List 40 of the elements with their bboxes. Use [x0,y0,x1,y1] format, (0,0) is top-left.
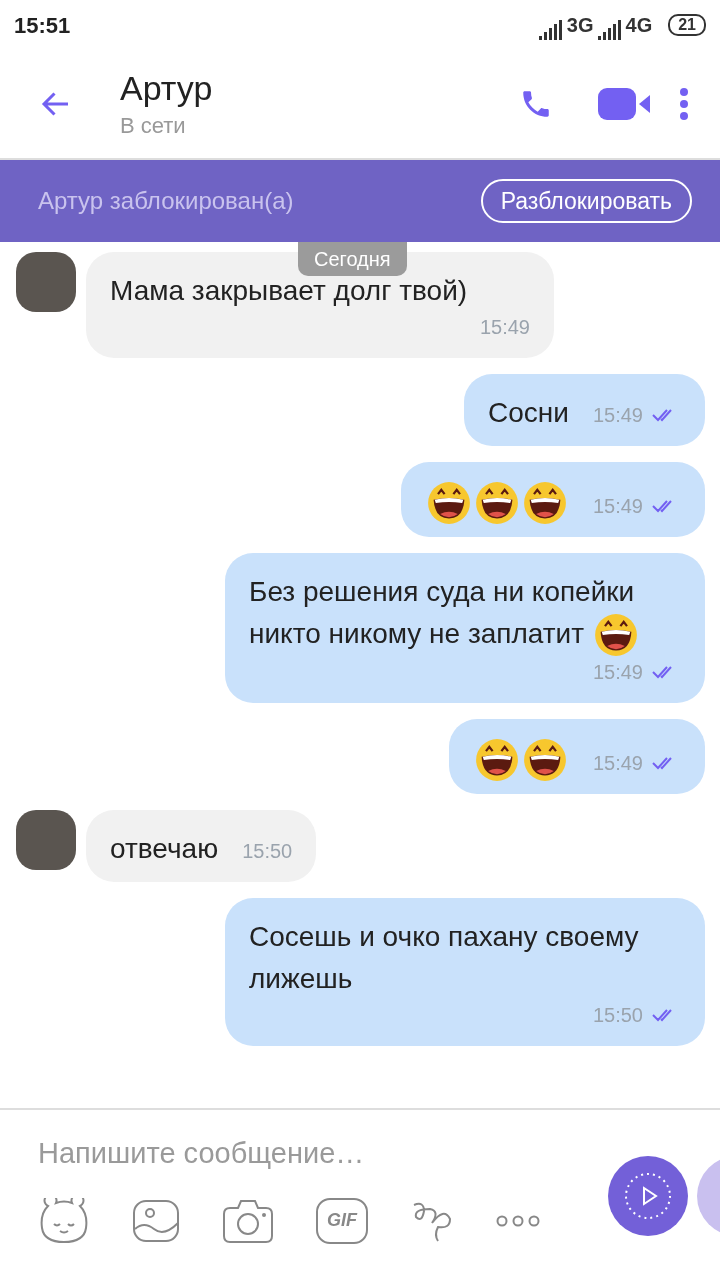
message-text: Сосни [488,396,569,430]
message-time: 15:50 [242,838,293,864]
more-icon[interactable] [496,1214,540,1227]
avatar-photo-placeholder[interactable] [16,809,76,870]
signal-icon [597,20,622,40]
laughing-emoji-icon [522,480,567,525]
avatar-photo-placeholder[interactable] [16,252,76,312]
sticker-icon[interactable] [38,1197,90,1244]
laughing-emoji-icon [426,480,471,525]
blocked-notice: Артур заблокирован(а) [38,186,294,216]
unblock-button[interactable]: Разблокировать [480,179,692,223]
message-time: 15:49 [592,750,643,776]
message-text: отвечаю [110,831,219,866]
network-type: 3G [566,13,594,38]
signal-icon [538,20,563,40]
more-vertical-icon [680,88,688,120]
gallery-icon[interactable] [132,1198,180,1243]
play-icon [624,1172,672,1220]
battery-level: 21 [668,14,706,36]
laughing-emoji-icon [593,613,638,658]
gif-button[interactable]: GIF [316,1197,368,1244]
message-time: 15:49 [592,660,643,686]
message-input[interactable]: Напишите сообщение… [38,1132,558,1176]
network-type: 4G [625,13,653,38]
message-time: 15:50 [592,1002,643,1028]
message-text: Сосешь и очко пахану своему лижешь [249,919,640,996]
contact-name: Артур [120,67,214,109]
contact-status: В сети [120,111,187,140]
message-time: 15:49 [592,493,643,519]
laughing-emoji-icon [474,737,519,782]
message-time: 15:49 [479,315,530,340]
message-time: 15:49 [592,403,643,428]
message-text: Мама закрывает долг твой) [110,274,468,308]
laughing-emoji-icon [474,480,519,525]
status-time: 15:51 [14,11,71,40]
camera-icon[interactable] [222,1197,274,1244]
laughing-emoji-icon [522,737,567,782]
video-camera-icon [598,88,650,120]
message-text: Без решения суда ни копейки никто никому не заплатит [249,570,681,658]
date-label: Сегодня [298,242,407,276]
